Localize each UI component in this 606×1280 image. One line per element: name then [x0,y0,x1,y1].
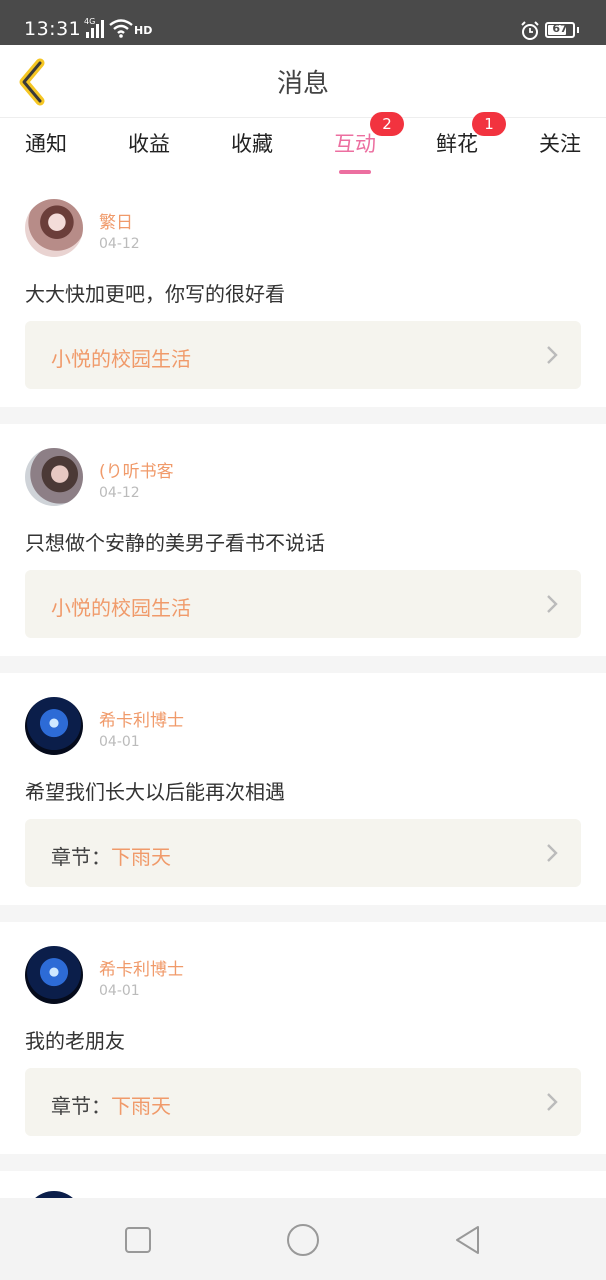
alarm-icon [521,21,539,40]
message-card: 繁日 04-12 大大快加更吧，你写的很好看 小悦的校园生活 [0,175,606,407]
active-tab-indicator [339,170,371,174]
system-nav-bar [0,1198,606,1280]
book-link[interactable]: 小悦的校园生活 [25,321,581,389]
book-title: 小悦的校园生活 [51,592,191,621]
book-title: 小悦的校园生活 [51,343,191,372]
battery-icon: 67 [545,22,575,38]
message-date: 04-01 [99,983,140,999]
chapter-link[interactable]: 章节：下雨天 [25,819,581,887]
tab-label: 收益 [128,132,170,156]
message-list: 繁日 04-12 大大快加更吧，你写的很好看 小悦的校园生活 (り听书客 04-… [0,175,606,1249]
wifi-icon [109,19,133,38]
tab-flowers[interactable]: 鲜花 1 [436,112,506,168]
message-date: 04-12 [99,236,140,252]
comment-text: 希望我们长大以后能再次相遇 [25,780,285,804]
tab-interactions[interactable]: 互动 2 [334,112,404,174]
message-card: 希卡利博士 04-01 我的老朋友 章节：下雨天 [0,922,606,1154]
comment-text: 只想做个安静的美男子看书不说话 [25,531,325,555]
unread-badge: 2 [370,112,404,136]
tab-label: 互动 [334,132,376,156]
battery-cap [577,27,579,33]
tab-earnings[interactable]: 收益 [128,128,170,168]
tab-label: 通知 [25,132,67,156]
username[interactable]: 希卡利博士 [99,955,184,980]
header: 消息 [0,45,606,117]
username[interactable]: 希卡利博士 [99,706,184,731]
message-date: 04-12 [99,485,140,501]
tab-notifications[interactable]: 通知 [25,128,67,168]
message-date: 04-01 [99,734,140,750]
avatar[interactable] [25,697,83,755]
link-text: 小悦的校园生活 [51,596,191,620]
tab-label: 关注 [539,132,581,156]
link-prefix: 章节： [51,845,111,869]
chevron-right-icon [547,1093,558,1111]
page-title: 消息 [276,69,329,99]
tab-bar: 通知 收益 收藏 互动 2 鲜花 1 关注 [0,112,606,175]
signal-icon [86,20,104,38]
divider [0,1154,606,1171]
square-icon[interactable] [120,1222,156,1258]
triangle-back-icon[interactable] [450,1222,486,1258]
tab-label: 收藏 [231,132,273,156]
divider [0,407,606,424]
link-text: 下雨天 [111,845,171,869]
tab-label: 鲜花 [436,132,478,156]
book-link[interactable]: 小悦的校园生活 [25,570,581,638]
circle-icon[interactable] [285,1222,321,1258]
link-prefix: 章节： [51,1094,111,1118]
status-bar: 13:31 4G HD 67 [0,0,606,45]
chevron-right-icon [547,844,558,862]
username[interactable]: (り听书客 [99,457,174,482]
divider [0,656,606,673]
avatar[interactable] [25,946,83,1004]
link-text: 小悦的校园生活 [51,347,191,371]
tab-following[interactable]: 关注 [539,128,581,168]
chapter-title: 章节：下雨天 [51,841,171,870]
message-card: 希卡利博士 04-01 希望我们长大以后能再次相遇 章节：下雨天 [0,673,606,905]
status-time: 13:31 [24,18,82,40]
battery-level: 67 [552,22,568,35]
hd-label: HD [134,24,153,37]
divider [0,905,606,922]
link-text: 下雨天 [111,1094,171,1118]
username[interactable]: 繁日 [99,208,133,233]
unread-badge: 1 [472,112,506,136]
chevron-right-icon [547,346,558,364]
chevron-right-icon [547,595,558,613]
comment-text: 大大快加更吧，你写的很好看 [25,282,285,306]
message-card: (り听书客 04-12 只想做个安静的美男子看书不说话 小悦的校园生活 [0,424,606,656]
chapter-link[interactable]: 章节：下雨天 [25,1068,581,1136]
tab-favorites[interactable]: 收藏 [231,128,273,168]
avatar[interactable] [25,448,83,506]
chapter-title: 章节：下雨天 [51,1090,171,1119]
comment-text: 我的老朋友 [25,1029,125,1053]
avatar[interactable] [25,199,83,257]
